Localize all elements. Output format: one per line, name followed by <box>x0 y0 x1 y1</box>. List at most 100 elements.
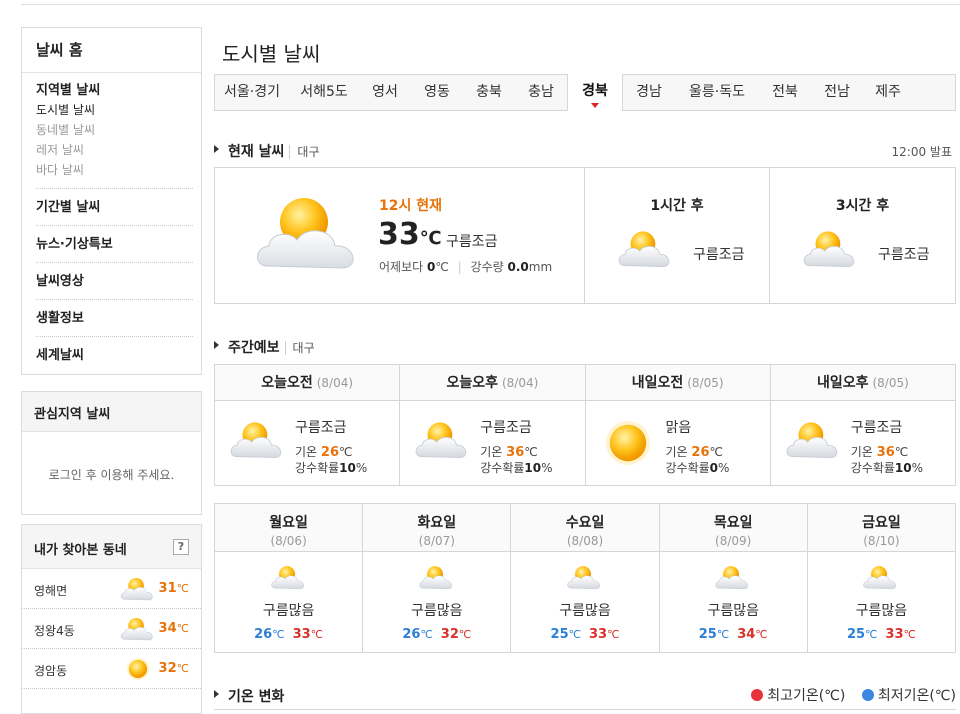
temp-label: 기온 <box>850 445 873 459</box>
tab-region-4[interactable]: 충북 <box>463 75 515 110</box>
half-day-col: 오늘오전 (8/04) 구름조금 기온 26℃ 강수확률10% <box>215 365 401 485</box>
half-day-temp-value: 36 <box>506 445 525 460</box>
day-high: 33℃ <box>589 627 620 642</box>
sidebar-item-1[interactable]: 뉴스·기상특보 <box>36 226 193 263</box>
half-day-date: (8/05) <box>872 376 909 390</box>
tab-region-3[interactable]: 영동 <box>411 75 463 110</box>
current-now: 12시 현재 33℃ 구름조금 어제보다 0℃ | 강수량 0.0mm <box>215 168 585 303</box>
visited-name[interactable]: 정왕4동 <box>34 622 75 639</box>
day-high-value: 32 <box>440 627 459 642</box>
visited-temp-value: 32 <box>158 661 177 676</box>
current-temp-value: 33 <box>378 217 420 252</box>
sidebar-item-region[interactable]: 지역별 날씨 <box>36 82 193 100</box>
half-day-temp: 기온 36℃ <box>850 445 909 460</box>
day-low: 25℃ <box>846 627 878 642</box>
tab-region-2[interactable]: 영서 <box>359 75 411 110</box>
half-day-col: 내일오후 (8/05) 구름조금 기온 36℃ 강수확률10% <box>770 365 955 485</box>
visited-temp-value: 34 <box>158 621 177 636</box>
visited-temp-unit: ℃ <box>176 662 189 675</box>
day-high: 33℃ <box>885 627 916 642</box>
partly-cloudy-icon <box>249 196 379 279</box>
legend-high-label: 최고기온(℃) <box>767 688 846 704</box>
half-day-temp: 기온 36℃ <box>480 445 538 460</box>
tab-region-7[interactable]: 경남 <box>623 75 675 110</box>
visited-temp-value: 31 <box>158 581 177 596</box>
day-condition: 구름많음 <box>855 603 908 619</box>
sidebar-subitem-2[interactable]: 레저 날씨 <box>36 140 193 160</box>
tab-region-6[interactable]: 경북 <box>567 74 623 111</box>
day-head: 월요일 (8/06) <box>215 504 363 552</box>
low-dot-icon <box>861 689 874 701</box>
visited-neighborhood-panel: 내가 찾아본 동네 ? 영해면 31℃ 정왕4동 34℃ 경암동 32℃ <box>21 524 202 714</box>
half-day-date: (8/04) <box>501 376 539 390</box>
mostly-cloudy-icon <box>417 564 457 594</box>
sidebar-item-4[interactable]: 세계날씨 <box>36 337 193 374</box>
partly-cloudy-icon <box>783 419 845 464</box>
half-day-condition: 구름조금 <box>850 420 903 436</box>
day-head: 목요일 (8/09) <box>659 504 807 552</box>
sidebar-nav: 날씨 홈 지역별 날씨 도시별 날씨 동네별 날씨 레저 날씨 바다 날씨 기간별 날… <box>21 27 202 375</box>
rain-unit: mm <box>528 260 553 274</box>
day-col: 목요일 (8/09) 구름많음 25℃ 34℃ <box>659 504 808 652</box>
half-day-temp: 기온 26℃ <box>665 445 724 460</box>
current-weather-heading: 현재 날씨 대구 <box>214 141 320 161</box>
later-title: 3시간 후 <box>835 198 890 214</box>
tab-region-1[interactable]: 서해5도 <box>289 75 359 110</box>
current-temperature: 33℃ <box>378 217 442 252</box>
day-col: 금요일 (8/10) 구름많음 25℃ 33℃ <box>807 504 956 652</box>
mostly-cloudy-icon <box>565 564 605 594</box>
visited-row[interactable]: 정왕4동 34℃ <box>22 609 201 649</box>
mostly-cloudy-icon <box>713 564 753 594</box>
tab-region-9[interactable]: 전북 <box>759 75 811 110</box>
day-col: 수요일 (8/08) 구름많음 25℃ 33℃ <box>511 504 660 652</box>
sidebar-subitem-3[interactable]: 바다 날씨 <box>36 160 193 180</box>
weekly-forecast-heading: 주간예보 대구 <box>214 337 315 357</box>
day-condition: 구름많음 <box>262 603 315 619</box>
day-condition: 구름많음 <box>707 603 759 619</box>
rain-prob-label: 강수확률 <box>850 461 895 475</box>
sidebar-item-3[interactable]: 생활정보 <box>36 300 193 337</box>
sidebar-subitem-0[interactable]: 도시별 날씨 <box>36 100 193 120</box>
current-weather-title: 현재 날씨 <box>228 144 285 160</box>
tab-region-11[interactable]: 제주 <box>863 75 913 110</box>
temp-label: 기온 <box>665 445 688 459</box>
sidebar-item-0[interactable]: 기간별 날씨 <box>36 189 193 226</box>
day-low: 25℃ <box>550 627 581 642</box>
day-date: (8/10) <box>863 534 900 548</box>
tab-region-0[interactable]: 서울·경기 <box>215 75 289 110</box>
day-name: 수요일 <box>565 515 605 531</box>
legend-low: 최저기온(℃) <box>861 688 956 704</box>
high-dot-icon <box>751 689 764 701</box>
sidebar-home-link[interactable]: 날씨 홈 <box>22 28 201 73</box>
day-date: (8/09) <box>715 534 752 548</box>
visited-name[interactable]: 경암동 <box>34 662 67 679</box>
top-divider <box>21 4 960 5</box>
partly-cloudy-icon <box>615 228 677 273</box>
sidebar: 날씨 홈 지역별 날씨 도시별 날씨 동네별 날씨 레저 날씨 바다 날씨 기간별 날… <box>21 27 202 375</box>
half-day-label: 오늘오전 <box>261 375 313 391</box>
temp-label: 기온 <box>295 445 318 459</box>
half-day-date: (8/05) <box>687 376 724 390</box>
tab-region-5[interactable]: 충남 <box>515 75 567 110</box>
visited-row[interactable]: 영해면 31℃ <box>22 569 201 609</box>
sidebar-group-region: 지역별 날씨 도시별 날씨 동네별 날씨 레저 날씨 바다 날씨 <box>36 73 193 189</box>
page-title: 도시별 날씨 <box>222 42 321 66</box>
day-low-value: 25 <box>846 627 866 642</box>
day-low-value: 26 <box>254 627 273 642</box>
help-icon[interactable]: ? <box>173 539 189 555</box>
visited-row[interactable]: 경암동 32℃ <box>22 649 201 689</box>
interest-region-panel: 관심지역 날씨 로그인 후 이용해 주세요. <box>21 391 202 515</box>
partly-cloudy-icon <box>118 616 158 645</box>
day-name: 목요일 <box>713 515 753 531</box>
rain-prob-value: 0 <box>709 461 719 475</box>
sidebar-item-2[interactable]: 날씨영상 <box>36 263 193 300</box>
sidebar-subitem-1[interactable]: 동네별 날씨 <box>36 120 193 140</box>
tab-region-10[interactable]: 전남 <box>811 75 863 110</box>
login-message[interactable]: 로그인 후 이용해 주세요. <box>22 466 201 483</box>
rain-prob-value: 10 <box>524 461 542 475</box>
now-label: 12시 현재 <box>379 198 442 214</box>
visited-name[interactable]: 영해면 <box>34 582 67 599</box>
tab-region-8[interactable]: 울릉·독도 <box>675 75 759 110</box>
rain-value: 0.0 <box>507 260 529 274</box>
half-day-head: 오늘오전 (8/04) <box>215 365 400 401</box>
